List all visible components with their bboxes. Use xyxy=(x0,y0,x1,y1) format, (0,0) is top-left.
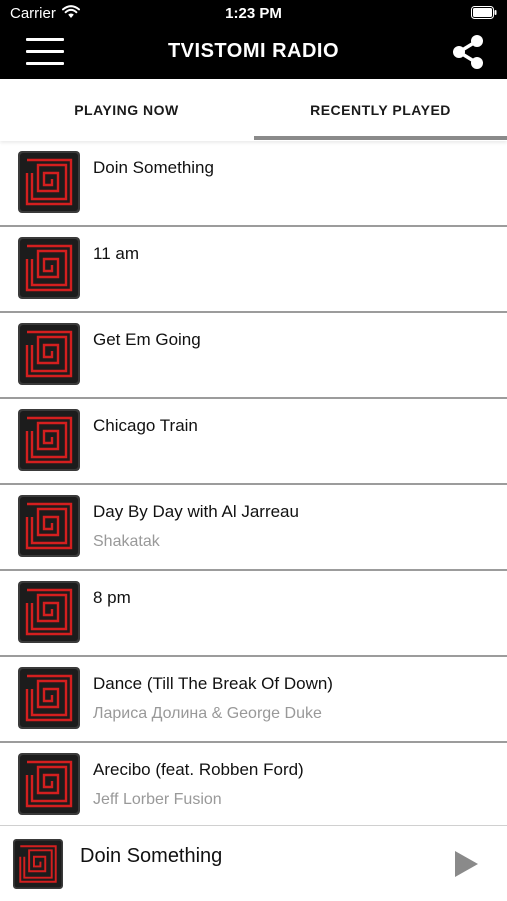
app-title: TVISTOMI RADIO xyxy=(167,40,340,62)
track-title: Chicago Train xyxy=(93,416,198,435)
station-logo-icon xyxy=(18,323,80,385)
status-time: 1:23 PM xyxy=(225,5,282,22)
tab-bar: PLAYING NOW RECENTLY PLAYED xyxy=(0,79,507,141)
track-title: 8 pm xyxy=(93,588,131,607)
tab-playing-now[interactable]: PLAYING NOW xyxy=(0,79,253,141)
list-item[interactable]: Arecibo (feat. Robben Ford) Jeff Lorber … xyxy=(0,743,507,829)
play-icon[interactable] xyxy=(453,850,479,878)
track-artist: Jeff Lorber Fusion xyxy=(93,791,222,808)
list-item[interactable]: Dance (Till The Break Of Down) Лариса До… xyxy=(0,657,507,743)
station-logo-icon xyxy=(18,753,80,815)
tab-recently-played[interactable]: RECENTLY PLAYED xyxy=(254,79,507,141)
list-item[interactable]: 11 am xyxy=(0,227,507,313)
track-title: Day By Day with Al Jarreau xyxy=(93,502,299,521)
track-artist: Shakatak xyxy=(93,533,160,550)
station-logo-icon xyxy=(18,237,80,299)
track-title: 11 am xyxy=(93,244,139,263)
battery-icon xyxy=(471,6,497,19)
track-artist: Лариса Долина & George Duke xyxy=(93,705,322,722)
track-title: Doin Something xyxy=(93,158,214,177)
list-item[interactable]: Chicago Train xyxy=(0,399,507,485)
status-bar: Carrier 1:23 PM xyxy=(0,0,507,26)
app-header: Carrier 1:23 PM TVISTOMI RADIO xyxy=(0,0,507,79)
track-title: Get Em Going xyxy=(93,330,201,349)
list-item[interactable]: Get Em Going xyxy=(0,313,507,399)
now-playing-title: Doin Something xyxy=(80,845,223,867)
list-item[interactable]: 8 pm xyxy=(0,571,507,657)
list-item[interactable]: Day By Day with Al Jarreau Shakatak xyxy=(0,485,507,571)
recently-played-list: Doin Something 11 am Get Em Going Chicag… xyxy=(0,141,507,829)
station-logo-icon xyxy=(18,495,80,557)
mini-player[interactable]: Doin Something xyxy=(0,825,507,901)
station-logo-icon xyxy=(18,667,80,729)
now-playing-logo-icon xyxy=(13,839,63,889)
station-logo-icon xyxy=(18,151,80,213)
station-logo-icon xyxy=(18,581,80,643)
track-title: Arecibo (feat. Robben Ford) xyxy=(93,760,304,779)
station-logo-icon xyxy=(18,409,80,471)
list-item[interactable]: Doin Something xyxy=(0,141,507,227)
tab-selected-indicator xyxy=(254,136,507,140)
track-title: Dance (Till The Break Of Down) xyxy=(93,674,333,693)
share-icon[interactable] xyxy=(451,34,485,70)
